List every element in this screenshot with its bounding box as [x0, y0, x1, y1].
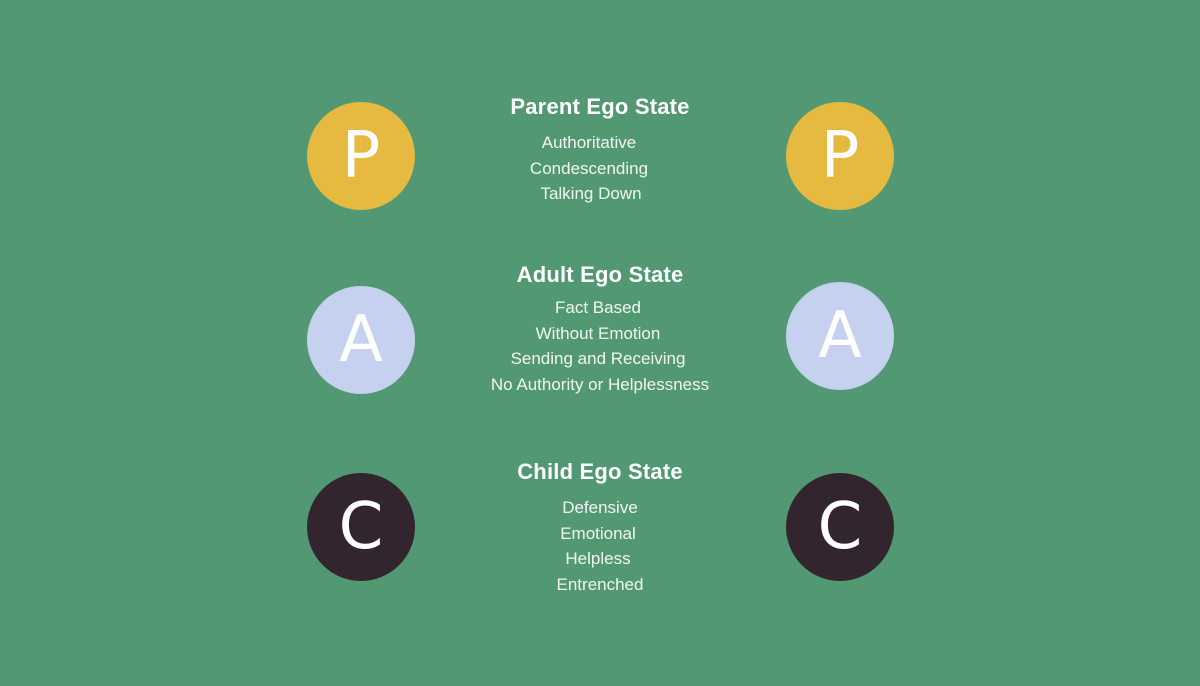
parent-letter: P — [820, 119, 860, 193]
adult-letter: A — [339, 303, 383, 377]
adult-item: Sending and Receiving — [510, 349, 686, 368]
adult-item: Without Emotion — [535, 323, 661, 343]
adult-title: Adult Ego State — [516, 262, 684, 287]
adult-item: Fact Based — [555, 298, 641, 317]
parent-title: Parent Ego State — [510, 94, 690, 119]
parent-item: Talking Down — [540, 184, 642, 203]
adult-circle-right: A — [786, 282, 894, 390]
child-item: Emotional — [560, 523, 636, 543]
child-item: Helpless — [565, 549, 631, 568]
parent-circle-right: P — [786, 102, 894, 210]
parent-letter: P — [341, 119, 381, 193]
child-ego-state-block: Child Ego State Defensive Emotional Help… — [400, 459, 800, 597]
child-title: Child Ego State — [517, 459, 683, 484]
child-letter: C — [817, 490, 863, 564]
child-item: Defensive — [562, 498, 638, 517]
parent-item: Condescending — [529, 158, 649, 178]
child-circle-right: C — [786, 473, 894, 581]
child-item: Entrenched — [556, 574, 644, 594]
child-letter: C — [338, 490, 384, 564]
adult-ego-state-block: Adult Ego State Fact Based Without Emoti… — [400, 262, 800, 397]
parent-item: Authoritative — [541, 133, 637, 152]
parent-ego-state-block: Parent Ego State Authoritative Condescen… — [400, 94, 800, 207]
adult-item: No Authority or Helplessness — [490, 374, 710, 394]
adult-letter: A — [818, 299, 862, 373]
